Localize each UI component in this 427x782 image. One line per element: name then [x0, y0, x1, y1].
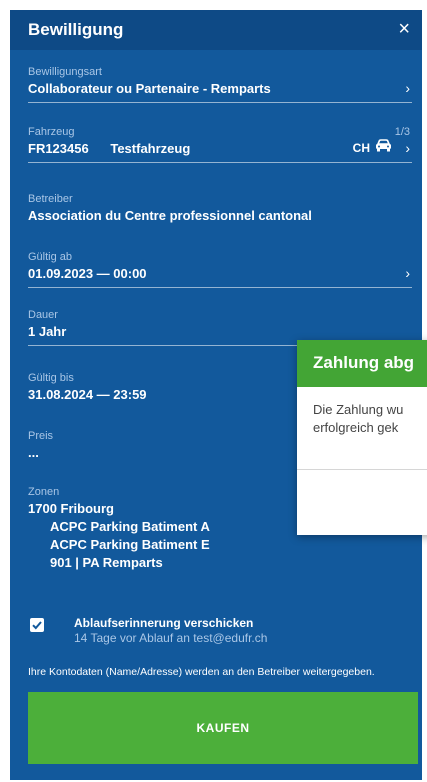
dialog-divider [297, 469, 427, 470]
payment-success-dialog: Zahlung abg Die Zahlung wu erfolgreich g… [297, 340, 427, 535]
valid-from-field[interactable]: Gültig ab 01.09.2023 — 00:00 › [28, 251, 412, 288]
dialog-message-line: erfolgreich gek [313, 420, 399, 435]
operator-label: Betreiber [28, 193, 73, 205]
operator-value: Association du Centre professionnel cant… [28, 208, 312, 223]
chevron-right-icon: › [405, 265, 410, 281]
vehicle-label: Fahrzeug [28, 126, 75, 138]
check-icon [32, 621, 42, 630]
reminder-checkbox[interactable] [30, 618, 44, 632]
close-icon[interactable]: × [398, 18, 410, 40]
dialog-message-line: Die Zahlung wu [313, 402, 404, 417]
valid-from-label: Gültig ab [28, 251, 73, 263]
zone-item: 901 | PA Remparts [50, 555, 163, 570]
dialog-title: Zahlung abg [297, 340, 427, 387]
page-title: Bewilligung [28, 20, 124, 39]
zone-item: ACPC Parking Batiment E [50, 537, 210, 552]
chevron-right-icon: › [405, 140, 410, 156]
panel-header: Bewilligung × [10, 10, 422, 50]
permit-type-field[interactable]: Bewilligungsart Collaborateur ou Partena… [28, 66, 412, 103]
car-icon [375, 139, 392, 157]
buy-button[interactable]: KAUFEN [28, 692, 418, 764]
valid-from-value: 01.09.2023 — 00:00 [28, 266, 147, 281]
permit-type-value: Collaborateur ou Partenaire - Remparts [28, 81, 271, 96]
permit-type-label: Bewilligungsart [28, 66, 102, 78]
duration-label: Dauer [28, 309, 58, 321]
vehicle-field[interactable]: Fahrzeug 1/3 FR123456 Testfahrzeug CH › [28, 126, 412, 163]
dialog-message: Die Zahlung wu erfolgreich gek [297, 387, 427, 469]
privacy-notice: Ihre Kontodaten (Name/Adresse) werden an… [28, 666, 375, 678]
vehicle-plate: FR123456 [28, 141, 89, 156]
vehicle-count: 1/3 [394, 126, 410, 138]
reminder-label[interactable]: Ablaufserinnerung verschicken [74, 616, 253, 630]
vehicle-name: Testfahrzeug [110, 141, 191, 156]
vehicle-country: CH [352, 141, 370, 155]
reminder-hint: 14 Tage vor Ablauf an test@edufr.ch [74, 631, 268, 645]
chevron-right-icon: › [405, 80, 410, 96]
operator-field: Betreiber Association du Centre professi… [28, 193, 412, 229]
